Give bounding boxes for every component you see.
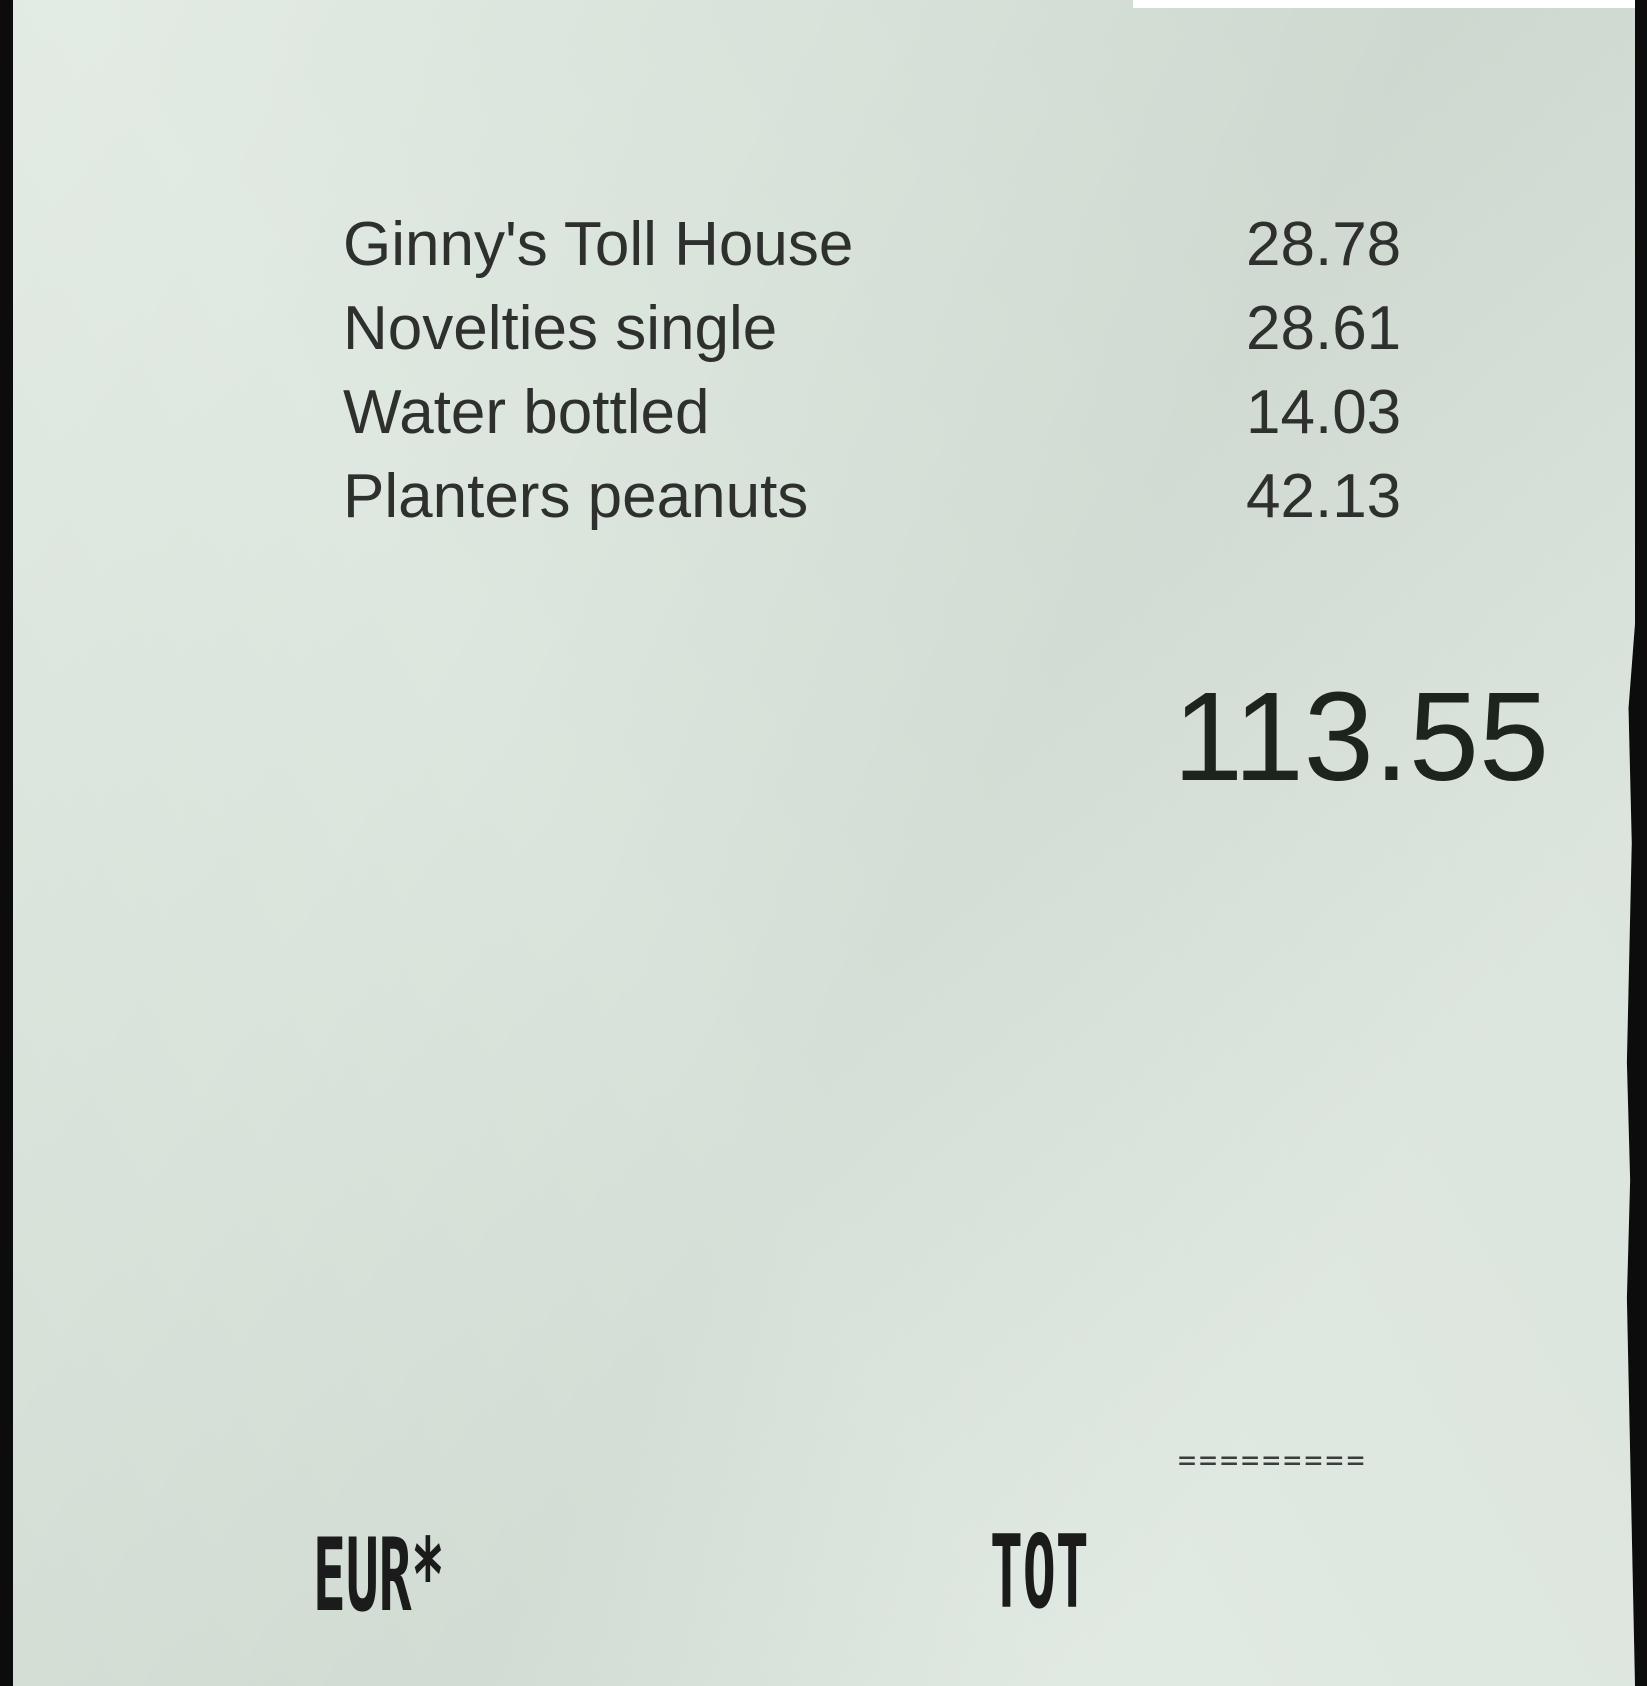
- item-name: Water bottled: [343, 378, 710, 447]
- receipt-paper: Ginny's Toll House 28.78 Novelties singl…: [13, 0, 1635, 1686]
- separator-line: =========: [1178, 1443, 1368, 1478]
- torn-edge: [1133, 0, 1635, 8]
- item-name: Planters peanuts: [343, 462, 809, 531]
- currency-label: EUR*: [313, 1515, 445, 1635]
- item-price: 14.03: [1246, 378, 1402, 447]
- page: Ginny's Toll House 28.78 Novelties singl…: [0, 0, 1647, 1686]
- item-name: Ginny's Toll House: [343, 210, 854, 279]
- item-price: 42.13: [1246, 462, 1402, 531]
- item-name: Novelties single: [343, 294, 778, 363]
- item-price: 28.78: [1246, 210, 1402, 279]
- total-label: TOT: [990, 1512, 1089, 1632]
- item-price: 28.61: [1246, 294, 1402, 363]
- total-amount: 113.55: [1173, 666, 1550, 807]
